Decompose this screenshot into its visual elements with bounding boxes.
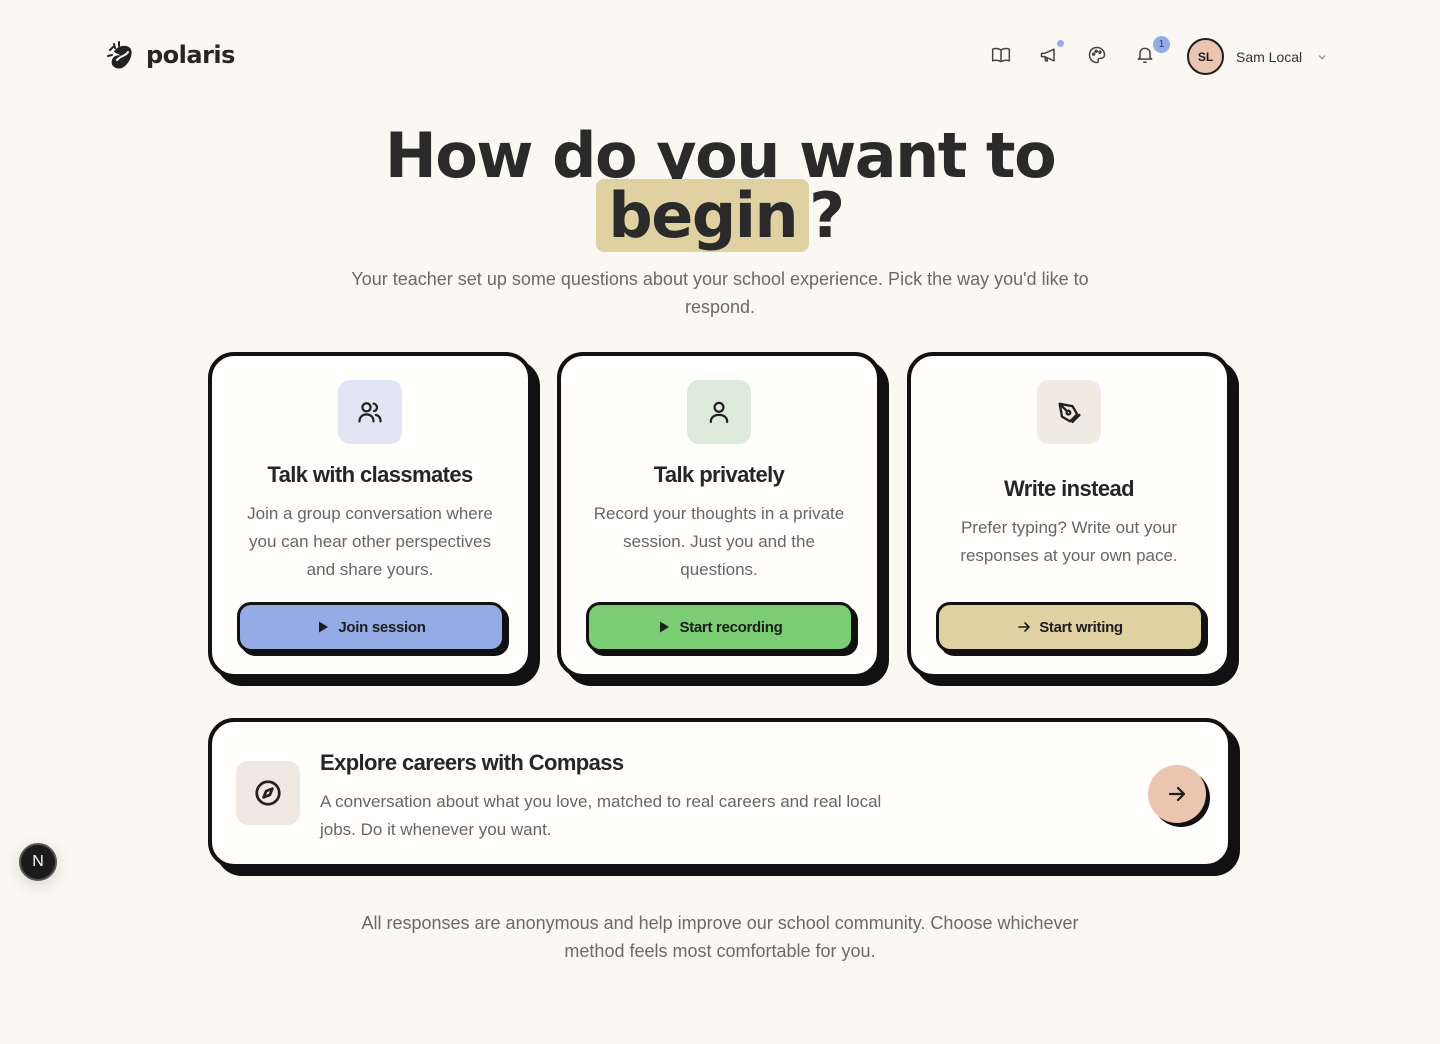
option-card-private: Talk privately Record your thoughts in a… <box>557 352 881 678</box>
brand-name: polaris <box>146 41 235 69</box>
chevron-down-icon <box>1318 54 1326 59</box>
user-name: Sam Local <box>1236 48 1303 65</box>
user-menu[interactable]: SL Sam Local <box>1187 38 1328 75</box>
button-label: Start writing <box>1039 618 1123 636</box>
title-line-1: How do you want to <box>384 119 1057 192</box>
title-line-2: begin? <box>0 179 1440 252</box>
brand-logo-link[interactable]: polaris <box>104 38 235 72</box>
compass-description: A conversation about what you love, matc… <box>320 792 882 839</box>
palette-icon[interactable] <box>1082 40 1112 70</box>
card-title: Talk with classmates <box>267 462 473 487</box>
option-card-classmates: Talk with classmates Join a group conver… <box>208 352 532 678</box>
bell-icon[interactable]: 1 <box>1130 36 1170 70</box>
card-description: Record your thoughts in a private sessio… <box>593 504 845 579</box>
button-label: Join session <box>338 618 426 636</box>
start-recording-button[interactable]: Start recording <box>586 602 854 652</box>
users-icon <box>338 380 402 444</box>
start-writing-button[interactable]: Start writing <box>936 602 1204 652</box>
card-description: Join a group conversation where you can … <box>247 504 493 579</box>
megaphone-icon[interactable] <box>1034 40 1064 70</box>
card-title: Talk privately <box>653 462 785 487</box>
join-session-button[interactable]: Join session <box>237 602 505 652</box>
dev-tools-badge[interactable]: N <box>19 843 57 881</box>
compass-title: Explore careers with Compass <box>320 750 624 775</box>
footer-note: All responses are anonymous and help imp… <box>361 913 1079 961</box>
compass-icon <box>236 761 300 825</box>
card-description: Prefer typing? Write out your responses … <box>960 518 1178 565</box>
announcement-dot <box>1057 40 1064 47</box>
page-subtitle: Your teacher set up some questions about… <box>351 269 1089 317</box>
title-highlight: begin <box>596 179 810 252</box>
book-icon[interactable] <box>986 40 1016 70</box>
pen-tool-icon <box>1037 380 1101 444</box>
compass-go-button[interactable] <box>1148 765 1206 823</box>
arrow-right-icon <box>1018 622 1030 632</box>
notification-badge: 1 <box>1153 36 1170 53</box>
polaris-logo-icon <box>107 41 132 69</box>
top-header: polaris 1 SL Sam Local <box>0 0 1440 112</box>
play-icon <box>319 621 329 633</box>
button-label: Start recording <box>679 618 783 636</box>
title-suffix: ? <box>809 179 845 252</box>
card-title: Write instead <box>1004 476 1135 501</box>
play-icon <box>660 621 670 633</box>
compass-card[interactable]: Explore careers with Compass A conversat… <box>208 718 1232 868</box>
header-nav-icons: 1 <box>986 36 1170 70</box>
user-icon <box>687 380 751 444</box>
option-card-write: Write instead Prefer typing? Write out y… <box>907 352 1231 678</box>
arrow-right-icon <box>1168 786 1186 802</box>
avatar: SL <box>1187 38 1224 75</box>
page-title: How do you want to begin? <box>0 119 1440 252</box>
